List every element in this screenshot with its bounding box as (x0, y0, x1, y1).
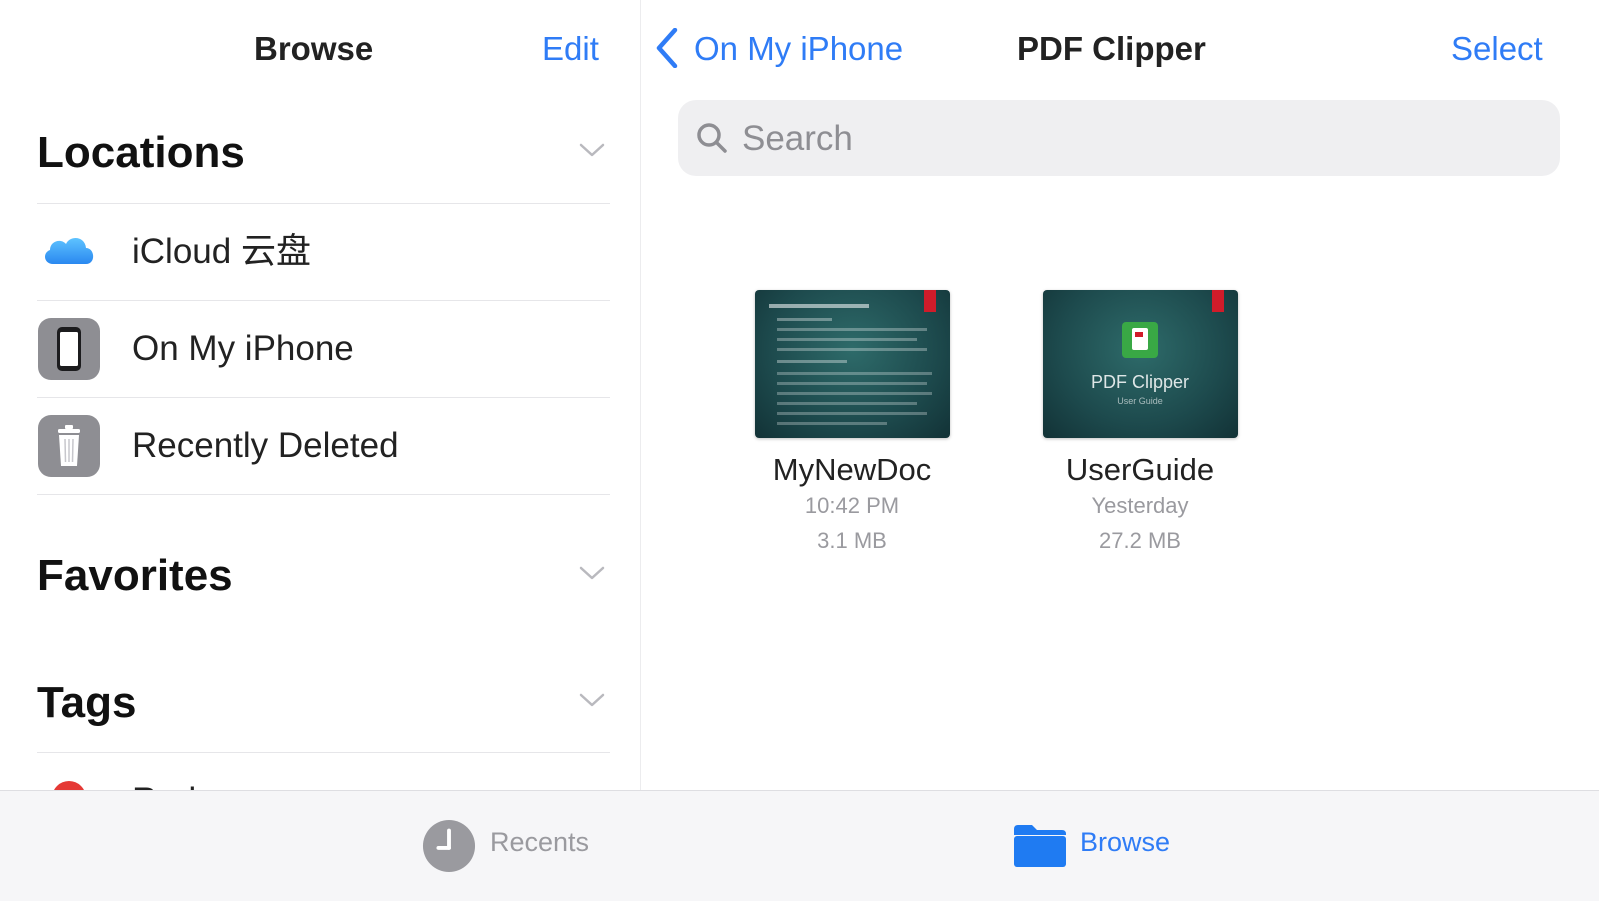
sidebar-title: Browse (254, 30, 374, 67)
sidebar-item-label: On My iPhone (132, 329, 354, 368)
icloud-icon (44, 238, 94, 264)
file-thumbnail: PDF Clipper User Guide (1042, 290, 1238, 438)
tab-bar: Recents Browse (0, 790, 1599, 901)
chevron-down-icon (579, 566, 605, 580)
sidebar-item-label: iCloud 云盘 (132, 232, 311, 271)
file-thumbnail (754, 290, 950, 438)
sidebar-item-label: Recently Deleted (132, 426, 399, 465)
tab-recents[interactable]: Recents (422, 791, 602, 901)
tab-label: Recents (490, 827, 590, 857)
file-name: MyNewDoc (772, 452, 932, 487)
file-date: 10:42 PM (804, 493, 900, 518)
bookmark-icon (923, 290, 936, 312)
main-pane: On My iPhone PDF Clipper Select MyNewDoc (641, 0, 1599, 790)
locations-heading: Locations (37, 128, 245, 177)
chevron-down-icon (579, 693, 605, 707)
folder-icon (1014, 825, 1066, 867)
edit-button[interactable]: Edit (542, 30, 599, 68)
tags-heading: Tags (37, 678, 137, 727)
sidebar-item-label: Red (132, 753, 196, 790)
search-icon (697, 123, 727, 153)
iphone-icon (38, 318, 100, 380)
file-size: 27.2 MB (1099, 528, 1181, 553)
file-date: Yesterday (1091, 493, 1189, 518)
thumbnail-subtitle: User Guide (1117, 396, 1163, 406)
file-size: 3.1 MB (817, 528, 887, 553)
file-item-mynewdoc[interactable]: MyNewDoc 10:42 PM 3.1 MB (732, 290, 972, 558)
select-button[interactable]: Select (1451, 30, 1543, 68)
tab-browse[interactable]: Browse (1012, 791, 1192, 901)
file-item-userguide[interactable]: PDF Clipper User Guide UserGuide Yesterd… (1020, 290, 1260, 558)
sidebar-item-recently-deleted[interactable]: Recently Deleted (37, 398, 610, 495)
tab-label: Browse (1080, 827, 1171, 857)
favorites-heading: Favorites (37, 551, 233, 600)
bookmark-icon (1211, 290, 1224, 312)
sidebar-item-icloud[interactable]: iCloud 云盘 (37, 204, 610, 301)
folder-title: PDF Clipper (1017, 30, 1206, 67)
chevron-left-icon (656, 28, 678, 68)
sidebar-item-tag-red[interactable]: Red (37, 753, 610, 790)
sidebar: Browse Edit Locations iCloud 云盘 On My iP… (0, 0, 641, 790)
trash-icon (38, 415, 100, 477)
locations-section-header[interactable]: Locations (37, 128, 610, 178)
search-input[interactable] (740, 100, 1544, 178)
tags-section-header[interactable]: Tags (37, 678, 610, 728)
favorites-section-header[interactable]: Favorites (37, 551, 610, 601)
file-name: UserGuide (1065, 452, 1215, 487)
sidebar-item-on-my-iphone[interactable]: On My iPhone (37, 301, 610, 398)
thumbnail-title: PDF Clipper (1090, 372, 1190, 392)
chevron-down-icon (579, 143, 605, 157)
red-tag-dot-icon (52, 781, 86, 790)
pdf-clipper-logo-icon (1121, 322, 1158, 358)
clock-icon (422, 819, 476, 873)
back-label: On My iPhone (694, 30, 904, 67)
search-bar[interactable] (678, 100, 1560, 178)
